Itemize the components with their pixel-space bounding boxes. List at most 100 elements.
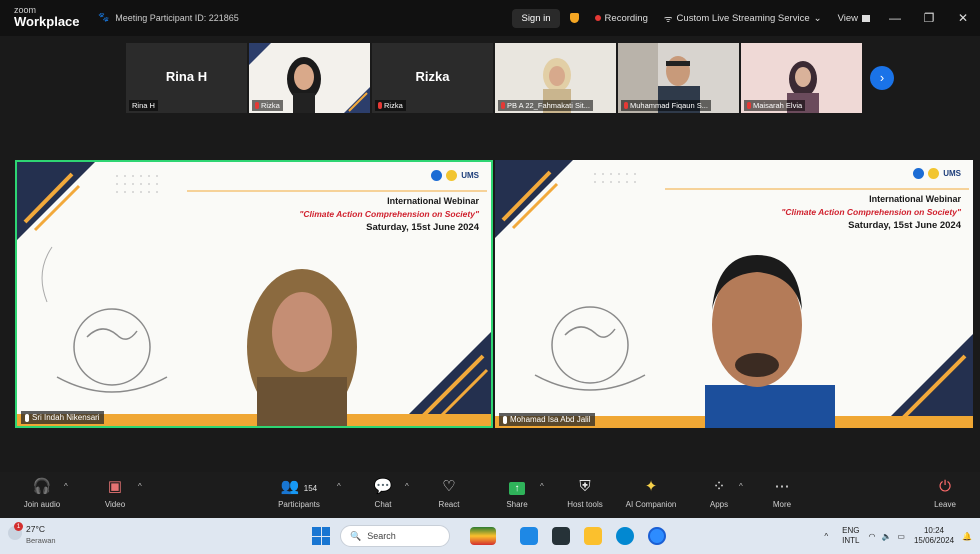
slide-date: Saturday, 15st June 2024 bbox=[848, 220, 961, 231]
participant-name: Rizka bbox=[252, 100, 283, 111]
mic-muted-icon bbox=[501, 102, 505, 109]
more-button[interactable]: ⋯ More bbox=[747, 478, 817, 509]
apps-options-caret[interactable]: ^ bbox=[739, 482, 743, 491]
search-label: Search bbox=[367, 531, 396, 541]
mic-muted-icon bbox=[378, 102, 382, 109]
clock[interactable]: 10:24 15/06/2024 bbox=[908, 526, 960, 546]
video-tile-sri-indah[interactable]: UMS International Webinar "Climate Actio… bbox=[15, 160, 493, 428]
mic-muted-icon bbox=[624, 102, 628, 109]
copilot-icon[interactable] bbox=[520, 527, 538, 545]
apps-icon: ⁘ bbox=[712, 478, 726, 495]
participant-tile[interactable]: Rizka bbox=[249, 43, 370, 113]
mic-muted-icon bbox=[747, 102, 751, 109]
search-icon: 🔍 bbox=[350, 530, 362, 541]
participant-name: PB A 22_Fahmakati Sit... bbox=[498, 100, 593, 111]
mic-icon bbox=[503, 415, 507, 424]
slide-date: Saturday, 15st June 2024 bbox=[366, 222, 479, 233]
title-bar: zoom Workplace 🐾 Meeting Participant ID:… bbox=[0, 0, 980, 36]
participant-tile[interactable]: Maisarah Elvia bbox=[741, 43, 862, 113]
file-explorer-icon[interactable] bbox=[584, 527, 602, 545]
taskbar-search[interactable]: 🔍 Search bbox=[340, 525, 450, 547]
shield-icon: ⛨ bbox=[579, 478, 591, 495]
participant-initial-name: Rina H bbox=[165, 69, 208, 84]
host-tools-button[interactable]: ⛨ Host tools bbox=[550, 478, 620, 509]
wifi-icon[interactable]: ◠ bbox=[865, 532, 878, 541]
chat-options-caret[interactable]: ^ bbox=[405, 482, 409, 491]
share-options-caret[interactable]: ^ bbox=[540, 482, 544, 491]
sparkle-icon: ✦ bbox=[644, 478, 658, 495]
participant-strip: Rina H Rina H Rizka Rizka Rizka PB A 22_… bbox=[126, 43, 862, 113]
temperature: 27°C bbox=[26, 524, 45, 534]
brand-bottom: Workplace bbox=[14, 14, 80, 29]
slide-title: International Webinar bbox=[387, 196, 479, 206]
meeting-toolbar: 🎧 Join audio ^ ▣ Video ^ 👥 154 Participa… bbox=[0, 472, 980, 518]
slide-logos: UMS bbox=[431, 170, 479, 181]
slide-subtitle: "Climate Action Comprehension on Society… bbox=[299, 209, 479, 219]
language-indicator[interactable]: ENG INTL bbox=[836, 526, 865, 546]
stream-label: Custom Live Streaming Service bbox=[676, 12, 810, 24]
stream-icon: ᯤ bbox=[663, 13, 673, 25]
slide-logos: UMS bbox=[913, 168, 961, 179]
sign-in-button[interactable]: Sign in bbox=[512, 8, 560, 28]
leave-button[interactable]: ⏻ Leave bbox=[910, 478, 980, 509]
weather-badge: 1 bbox=[14, 522, 23, 531]
windows-taskbar: 1 27°C Berawan 🔍 Search ^ ENG INTL ◠ 🔈 ▭… bbox=[0, 518, 980, 554]
meeting-id: Meeting Participant ID: 221865 bbox=[115, 12, 239, 23]
participants-options-caret[interactable]: ^ bbox=[337, 482, 341, 491]
restore-button[interactable]: ❐ bbox=[912, 11, 946, 25]
close-button[interactable]: ✕ bbox=[946, 11, 980, 25]
edge-icon[interactable] bbox=[616, 527, 634, 545]
next-page-button[interactable]: › bbox=[870, 66, 894, 90]
recording-indicator[interactable]: Recording bbox=[587, 13, 656, 24]
ai-companion-button[interactable]: ✦ AI Companion bbox=[616, 478, 686, 509]
view-menu[interactable]: View bbox=[830, 13, 878, 24]
participant-initial-name: Rizka bbox=[415, 69, 450, 84]
volume-icon[interactable]: 🔈 bbox=[878, 532, 894, 541]
participants-button[interactable]: 👥 154 Participants bbox=[264, 478, 334, 509]
live-stream-menu[interactable]: ᯤ Custom Live Streaming Service ⌄ bbox=[656, 12, 830, 25]
participants-icon: 👥 154 bbox=[280, 478, 318, 495]
paw-icon: 🐾 bbox=[98, 12, 110, 22]
notification-bell-icon[interactable]: 🔔 bbox=[960, 532, 980, 541]
participant-tile[interactable]: Rizka Rizka bbox=[372, 43, 493, 113]
participant-name: Rizka bbox=[375, 100, 406, 111]
audio-options-caret[interactable]: ^ bbox=[64, 482, 68, 491]
mic-icon bbox=[25, 413, 29, 422]
meeting-info[interactable]: 🐾 Meeting Participant ID: 221865 bbox=[98, 12, 239, 23]
leave-icon: ⏻ bbox=[939, 478, 951, 495]
participant-name: Rina H bbox=[129, 100, 158, 111]
chevron-down-icon: ⌄ bbox=[813, 12, 822, 24]
weather-widget[interactable]: 27°C Berawan bbox=[26, 524, 56, 546]
video-options-caret[interactable]: ^ bbox=[138, 482, 142, 491]
react-button[interactable]: ♡ React bbox=[414, 478, 484, 509]
grid-icon bbox=[862, 14, 870, 22]
battery-icon[interactable]: ▭ bbox=[894, 532, 908, 541]
chevron-up-icon[interactable]: ^ bbox=[816, 532, 836, 541]
view-label: View bbox=[837, 12, 858, 24]
news-app-icon[interactable] bbox=[470, 527, 496, 545]
store-icon[interactable] bbox=[552, 527, 570, 545]
participant-tile[interactable]: PB A 22_Fahmakati Sit... bbox=[495, 43, 616, 113]
video-tile-mohamad-isa[interactable]: UMS International Webinar "Climate Actio… bbox=[495, 160, 973, 428]
shield-icon[interactable] bbox=[569, 13, 579, 23]
apps-button[interactable]: ⁘ Apps bbox=[684, 478, 754, 509]
record-icon bbox=[594, 15, 601, 21]
recording-label: Recording bbox=[604, 12, 648, 24]
speaker-name-tag: Mohamad Isa Abd Jalil bbox=[499, 413, 595, 426]
minimize-button[interactable]: — bbox=[878, 11, 912, 25]
system-tray: ^ ENG INTL ◠ 🔈 ▭ 10:24 15/06/2024 🔔 bbox=[816, 518, 980, 554]
chevron-right-icon: › bbox=[879, 70, 885, 85]
participant-name: Muhammad Fiqaun S... bbox=[621, 100, 711, 111]
windows-start-icon[interactable] bbox=[312, 527, 330, 545]
participant-tile[interactable]: Muhammad Fiqaun S... bbox=[618, 43, 739, 113]
heart-icon: ♡ bbox=[442, 478, 456, 495]
mic-muted-icon bbox=[255, 102, 259, 109]
speaker-name-tag: Sri Indah Nikensari bbox=[21, 411, 104, 424]
slide-subtitle: "Climate Action Comprehension on Society… bbox=[781, 207, 961, 217]
weather-condition: Berawan bbox=[26, 536, 56, 545]
zoom-logo: zoom Workplace bbox=[14, 5, 80, 29]
participant-tile[interactable]: Rina H Rina H bbox=[126, 43, 247, 113]
zoom-app-icon[interactable] bbox=[648, 527, 666, 545]
participant-name: Maisarah Elvia bbox=[744, 100, 806, 111]
slide-title: International Webinar bbox=[869, 194, 961, 204]
